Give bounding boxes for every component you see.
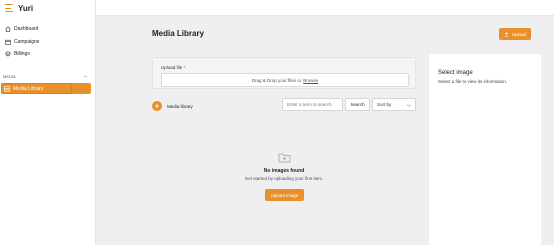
empty-state-subtitle: Get started by uploading your first item… <box>244 176 324 181</box>
focus-ring <box>1 83 72 94</box>
calendar-icon <box>5 39 11 45</box>
sidebar-item-campaigns[interactable]: Campaigns <box>0 36 96 48</box>
sidebar: Yuri Dashboard Campaigns Billings MEDIA … <box>0 0 96 245</box>
search-input[interactable]: Enter a term to search <box>282 98 343 111</box>
upload-image-button[interactable]: Upload image <box>265 189 304 201</box>
sidebar-item-billings[interactable]: Billings <box>0 48 96 60</box>
home-icon <box>5 26 11 32</box>
file-dropzone[interactable]: Drag & Drop your files or Browse <box>161 73 409 87</box>
sidebar-item-label: Dashboard <box>14 26 39 32</box>
browse-link[interactable]: Browse <box>303 78 318 83</box>
info-panel-title: Select image <box>438 70 473 76</box>
add-media-button[interactable] <box>152 101 162 111</box>
page-title: Media Library <box>152 29 205 38</box>
chevron-down-icon <box>406 104 411 107</box>
plus-icon <box>154 103 160 109</box>
empty-state-title: No images found <box>263 168 305 174</box>
section-label-media: MEDIA <box>3 74 16 79</box>
upload-file-label: Upload file * <box>161 65 185 70</box>
media-library-label: Media library <box>167 104 193 109</box>
sidebar-item-label: Campaigns <box>14 39 40 45</box>
sidebar-item-label: Billings <box>14 51 30 57</box>
sort-selected-value: Sort by <box>377 102 392 107</box>
sort-select[interactable]: Sort by <box>372 98 416 111</box>
upload-button[interactable]: Upload <box>499 28 531 40</box>
info-panel-subtitle: Select a file to view its information. <box>438 79 508 84</box>
upload-button-label: Upload <box>511 31 527 37</box>
upload-icon <box>504 31 509 37</box>
required-mark: * <box>183 65 186 70</box>
chevron-up-icon[interactable] <box>83 74 88 79</box>
brand: Yuri <box>0 0 95 16</box>
upload-panel: Upload file * Drag & Drop your files or … <box>152 57 416 89</box>
dropzone-text: Drag & Drop your files or <box>251 77 302 83</box>
image-info-panel: Select image Select a file to view its i… <box>429 54 541 245</box>
brand-name: Yuri <box>18 3 34 13</box>
sidebar-item-dashboard[interactable]: Dashboard <box>0 23 96 35</box>
search-placeholder: Enter a term to search <box>287 102 332 107</box>
upload-file-label-text: Upload file <box>161 65 183 70</box>
folder-add-icon <box>278 153 291 163</box>
sidebar-item-media-library[interactable]: Media Library <box>1 83 91 94</box>
hamburger-icon[interactable] <box>5 4 13 12</box>
search-button[interactable]: Search <box>345 98 370 111</box>
layers-icon <box>5 51 11 57</box>
top-bar <box>96 0 554 16</box>
